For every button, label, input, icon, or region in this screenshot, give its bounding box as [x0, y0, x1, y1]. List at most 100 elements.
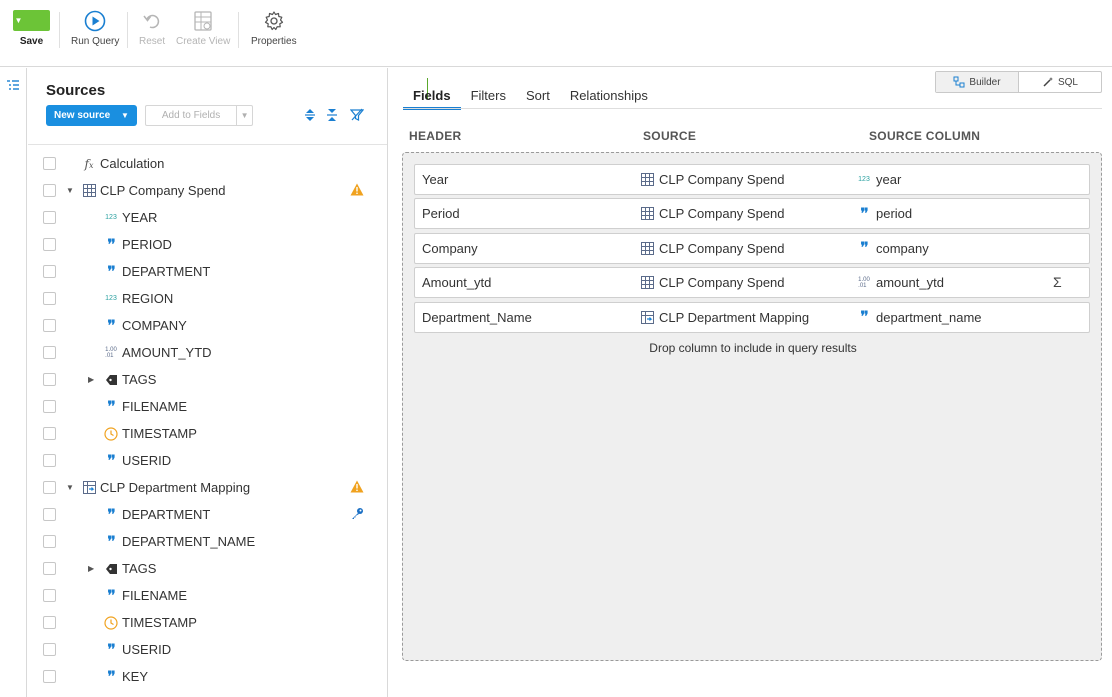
clock-icon: [104, 426, 118, 441]
row-checkbox[interactable]: [43, 184, 56, 197]
save-label: Save: [19, 36, 44, 47]
save-button[interactable]: ▼ Save: [13, 10, 428, 99]
sigma-aggregate-icon[interactable]: Σ: [1053, 274, 1062, 290]
source-column-item[interactable]: 123 YEAR: [28, 204, 387, 231]
expand-all-icon[interactable]: [304, 108, 316, 122]
text-quote-icon: ❜❜: [107, 263, 115, 280]
caret-right-icon[interactable]: ▶: [88, 564, 94, 573]
tree-item-label: DEPARTMENT: [122, 507, 211, 522]
warning-icon[interactable]: [350, 480, 364, 496]
new-source-button[interactable]: New source ▼: [46, 105, 137, 126]
source-tree-item[interactable]: fx Calculation: [28, 150, 387, 177]
sql-toggle-button[interactable]: SQL: [1019, 72, 1101, 92]
row-checkbox[interactable]: [43, 643, 56, 656]
source-column-item[interactable]: ❜❜ PERIOD: [28, 231, 387, 258]
properties-button[interactable]: Properties: [251, 10, 297, 47]
tab-filters[interactable]: Filters: [461, 86, 516, 110]
source-tree-item[interactable]: ▼ CLP Company Spend: [28, 177, 387, 204]
fields-drop-zone[interactable]: Year CLP Company Spend 123 year Period CLP Co…: [402, 152, 1102, 661]
text-quote-icon: ❜❜: [107, 317, 115, 334]
warning-icon[interactable]: [350, 183, 364, 199]
tree-item-label: PERIOD: [122, 237, 172, 252]
text-quote-icon: ❜❜: [107, 641, 115, 658]
source-tree-item[interactable]: ▼ CLP Department Mapping: [28, 474, 387, 501]
source-column-item[interactable]: ▶ TAGS: [28, 366, 387, 393]
row-checkbox[interactable]: [43, 211, 56, 224]
text-quote-icon: ❜❜: [107, 506, 115, 523]
row-checkbox[interactable]: [43, 400, 56, 413]
row-checkbox[interactable]: [43, 265, 56, 278]
row-checkbox[interactable]: [43, 616, 56, 629]
row-checkbox[interactable]: [43, 589, 56, 602]
row-checkbox[interactable]: [43, 535, 56, 548]
tag-icon: [104, 373, 118, 387]
row-checkbox[interactable]: [43, 508, 56, 521]
text-quote-icon: ❜❜: [860, 240, 868, 257]
row-checkbox[interactable]: [43, 319, 56, 332]
table-icon: [640, 241, 654, 255]
field-header[interactable]: Amount_ytd: [422, 275, 491, 290]
row-checkbox[interactable]: [43, 427, 56, 440]
tab-relationships[interactable]: Relationships: [560, 86, 658, 110]
source-column-item[interactable]: ❜❜ KEY: [28, 663, 387, 690]
source-column-item[interactable]: ❜❜ DEPARTMENT_NAME: [28, 528, 387, 555]
tab-sort[interactable]: Sort: [516, 86, 560, 110]
source-column-item[interactable]: ❜❜ COMPANY: [28, 312, 387, 339]
chevron-down-icon[interactable]: ▼: [237, 111, 252, 120]
field-header[interactable]: Year: [422, 172, 448, 187]
run-query-button[interactable]: Run Query: [71, 10, 119, 47]
row-checkbox[interactable]: [43, 238, 56, 251]
field-source-label: CLP Department Mapping: [659, 309, 810, 325]
row-checkbox[interactable]: [43, 454, 56, 467]
field-source-label: CLP Company Spend: [659, 275, 785, 291]
source-column-item[interactable]: ❜❜ DEPARTMENT: [28, 501, 387, 528]
source-column-item[interactable]: ❜❜ USERID: [28, 636, 387, 663]
reset-button[interactable]: Reset: [139, 10, 165, 47]
field-row[interactable]: Period CLP Company Spend ❜❜ period: [414, 198, 1090, 230]
row-checkbox[interactable]: [43, 481, 56, 494]
create-view-button[interactable]: Create View: [176, 10, 230, 47]
caret-down-icon[interactable]: ▼: [66, 483, 74, 492]
row-checkbox[interactable]: [43, 562, 56, 575]
row-checkbox[interactable]: [43, 157, 56, 170]
field-row[interactable]: Department_Name CLP Department Mapping ❜❜ d…: [414, 301, 1090, 333]
row-checkbox[interactable]: [43, 292, 56, 305]
source-column-item[interactable]: TIMESTAMP: [28, 420, 387, 447]
tab-fields[interactable]: Fields: [403, 86, 461, 110]
source-column-item[interactable]: ❜❜ DEPARTMENT: [28, 258, 387, 285]
builder-label: Builder: [969, 76, 1001, 88]
collapse-all-icon[interactable]: [326, 108, 338, 122]
play-circle-icon: [84, 10, 106, 32]
source-column-item[interactable]: ▶ TAGS: [28, 555, 387, 582]
save-split-button[interactable]: ▼: [13, 10, 428, 99]
tree-list-icon[interactable]: [6, 78, 20, 97]
field-source-column: ❜❜ period: [857, 206, 912, 221]
filter-icon[interactable]: [350, 108, 364, 122]
builder-toggle-button[interactable]: Builder: [936, 72, 1019, 92]
chevron-down-icon[interactable]: ▼: [118, 111, 129, 120]
save-dropdown-chevron-icon[interactable]: ▼: [13, 16, 24, 25]
row-checkbox[interactable]: [43, 373, 56, 386]
mode-toggle[interactable]: Builder SQL: [935, 71, 1102, 93]
sources-panel: Sources New source ▼ Add to Fields ▼ fx C…: [28, 68, 388, 697]
tree-item-label: DEPARTMENT_NAME: [122, 534, 256, 549]
source-column-item[interactable]: ❜❜ FILENAME: [28, 582, 387, 609]
caret-down-icon[interactable]: ▼: [66, 186, 74, 195]
row-checkbox[interactable]: [43, 670, 56, 683]
field-row[interactable]: Year CLP Company Spend 123 year: [414, 164, 1090, 195]
field-header[interactable]: Department_Name: [422, 310, 532, 325]
source-column-item[interactable]: 1.00.01 AMOUNT_YTD: [28, 339, 387, 366]
field-row[interactable]: Amount_ytd CLP Company Spend 1.00.01 amount…: [414, 267, 1090, 299]
field-source: CLP Company Spend: [640, 206, 785, 221]
source-column-item[interactable]: 123 REGION: [28, 285, 387, 312]
source-column-item[interactable]: TIMESTAMP: [28, 609, 387, 636]
add-to-fields-button[interactable]: Add to Fields ▼: [145, 105, 253, 126]
tree-item-label: FILENAME: [122, 399, 188, 414]
field-header[interactable]: Company: [422, 241, 478, 256]
source-column-item[interactable]: ❜❜ FILENAME: [28, 393, 387, 420]
source-column-item[interactable]: ❜❜ USERID: [28, 447, 387, 474]
field-row[interactable]: Company CLP Company Spend ❜❜ company: [414, 232, 1090, 264]
caret-right-icon[interactable]: ▶: [88, 375, 94, 384]
field-header[interactable]: Period: [422, 206, 460, 221]
row-checkbox[interactable]: [43, 346, 56, 359]
